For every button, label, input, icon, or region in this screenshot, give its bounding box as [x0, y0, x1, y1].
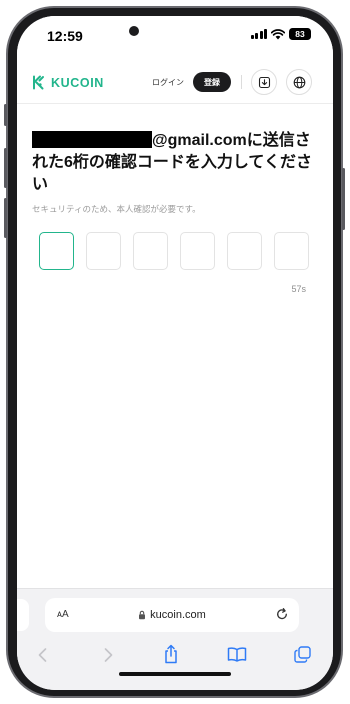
previous-tab-peek[interactable] — [17, 599, 29, 631]
front-camera — [129, 26, 139, 36]
code-digit-3[interactable] — [133, 232, 168, 270]
back-icon[interactable] — [36, 647, 50, 663]
volume-down-button — [4, 198, 7, 238]
status-icons: 83 — [250, 28, 311, 40]
download-icon — [258, 76, 270, 88]
globe-icon — [293, 76, 305, 88]
status-time: 12:59 — [47, 28, 83, 44]
logo-text: KUCOIN — [51, 75, 104, 90]
url-display: kucoin.com — [45, 598, 299, 632]
verification-heading: @gmail.comに送信された6桁の確認コードを入力してください — [32, 130, 322, 196]
url-text: kucoin.com — [150, 609, 206, 621]
volume-up-button — [4, 148, 7, 188]
status-bar: 12:59 83 — [17, 16, 333, 54]
redacted-email — [32, 131, 152, 148]
tabs-icon[interactable] — [294, 646, 311, 663]
verification-code-input[interactable] — [39, 232, 309, 270]
language-button[interactable] — [286, 69, 312, 95]
login-link[interactable]: ログイン — [152, 77, 184, 88]
security-subtext: セキュリティのため、本人確認が必要です。 — [32, 204, 201, 214]
download-button[interactable] — [251, 69, 277, 95]
site-header: KUCOIN ログイン 登録 — [17, 62, 333, 104]
power-button — [342, 168, 345, 230]
nav-divider — [241, 75, 242, 89]
screen: 12:59 83 KUCOIN ログイン 登録 @gmail.comに送信された… — [17, 16, 333, 690]
kucoin-logo[interactable]: KUCOIN — [32, 75, 104, 90]
code-digit-1[interactable] — [39, 232, 74, 270]
address-bar[interactable]: ᴀA kucoin.com — [45, 598, 299, 632]
share-icon[interactable] — [163, 644, 179, 664]
silent-switch — [4, 104, 7, 126]
code-digit-4[interactable] — [180, 232, 215, 270]
cellular-signal-icon — [250, 29, 267, 39]
code-digit-5[interactable] — [227, 232, 262, 270]
wifi-icon — [271, 28, 285, 39]
register-button[interactable]: 登録 — [193, 72, 231, 92]
kucoin-logo-icon — [33, 75, 44, 90]
bookmarks-icon[interactable] — [227, 646, 247, 662]
forward-icon[interactable] — [101, 647, 115, 663]
battery-icon: 83 — [289, 28, 311, 40]
code-digit-2[interactable] — [86, 232, 121, 270]
reload-icon[interactable] — [275, 607, 289, 621]
code-digit-6[interactable] — [274, 232, 309, 270]
home-indicator — [119, 672, 231, 676]
resend-timer: 57s — [291, 284, 306, 294]
lock-icon — [139, 610, 146, 620]
